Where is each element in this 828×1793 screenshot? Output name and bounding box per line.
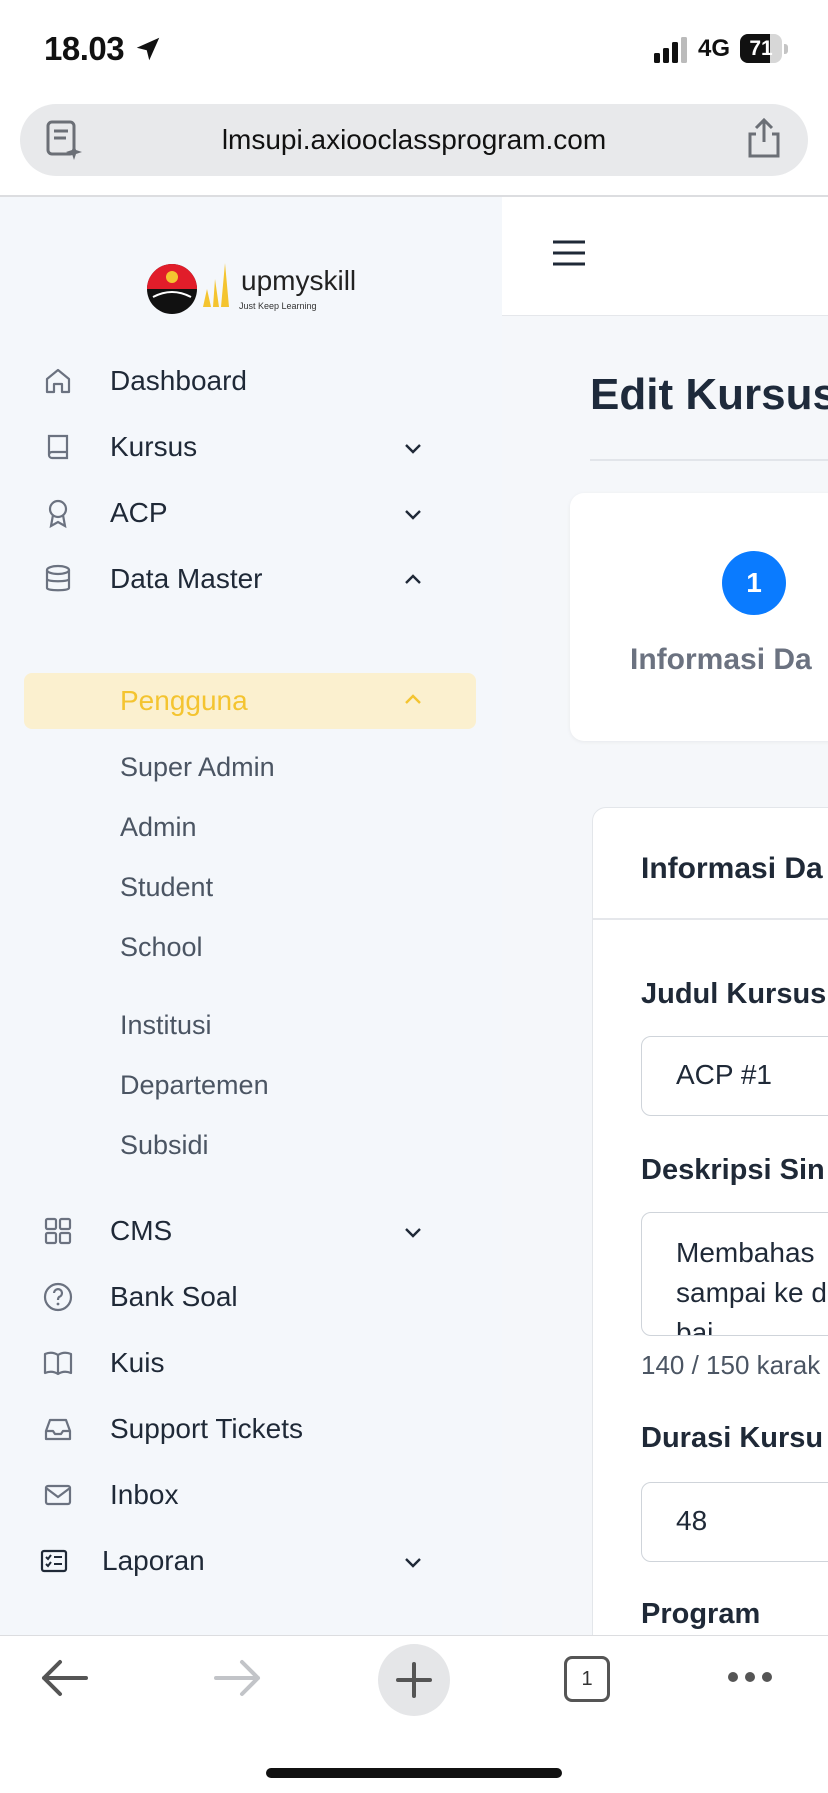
battery-icon: 71 xyxy=(740,34,788,63)
sidebar-item-kursus[interactable]: Kursus xyxy=(0,417,502,477)
program-label: Program xyxy=(641,1598,761,1630)
sidebar-subitem-student[interactable]: Student xyxy=(120,872,213,903)
logo-text: upmyskill xyxy=(241,265,357,296)
address-bar[interactable]: lmsupi.axiooclassprogram.com xyxy=(20,104,808,176)
tabs-button[interactable]: 1 xyxy=(564,1656,610,1702)
sidebar-item-label: ACP xyxy=(110,497,168,528)
judul-kursus-input[interactable]: ACP #1 xyxy=(641,1036,828,1116)
url-text[interactable]: lmsupi.axiooclassprogram.com xyxy=(20,124,808,156)
sidebar-item-label: CMS xyxy=(110,1215,173,1246)
status-time: 18.03 xyxy=(44,30,125,67)
sidebar-item-label: Support Tickets xyxy=(110,1413,303,1444)
title-divider xyxy=(590,459,828,461)
deskripsi-label: Deskripsi Sin xyxy=(641,1154,825,1186)
sidebar-item-label: Data Master xyxy=(110,563,263,594)
sidebar-item-label: Laporan xyxy=(102,1545,205,1576)
sidebar-item-kuis[interactable]: Kuis xyxy=(0,1333,502,1393)
more-icon[interactable] xyxy=(726,1670,774,1684)
logo-emblem-icon xyxy=(147,263,229,314)
forward-arrow-icon[interactable] xyxy=(212,1658,264,1698)
new-tab-button[interactable] xyxy=(378,1644,450,1716)
book-icon xyxy=(47,434,69,460)
sidebar-item-label: Bank Soal xyxy=(110,1281,238,1312)
share-icon[interactable] xyxy=(744,116,784,160)
main-content: Edit Kursus 1 Informasi Da Informasi Da … xyxy=(502,197,828,1635)
question-circle-icon xyxy=(43,1282,73,1312)
page-title: Edit Kursus xyxy=(590,370,828,419)
award-icon xyxy=(48,499,68,529)
character-counter: 140 / 150 karak xyxy=(641,1350,821,1380)
sidebar-item-support-tickets[interactable]: Support Tickets xyxy=(0,1399,502,1459)
inbox-tray-icon xyxy=(44,1418,72,1441)
signal-icon xyxy=(654,37,687,63)
sidebar-item-acp[interactable]: ACP xyxy=(0,483,502,543)
location-arrow-icon xyxy=(136,37,160,61)
sidebar-subitem-super-admin[interactable]: Super Admin xyxy=(120,752,275,783)
deskripsi-value: Membahas sampai ke d baj xyxy=(676,1237,827,1336)
sidebar-item-cms[interactable]: CMS xyxy=(0,1201,502,1261)
sidebar-item-label: Dashboard xyxy=(110,365,247,396)
sidebar-item-label: Kursus xyxy=(110,431,198,462)
step-number[interactable]: 1 xyxy=(722,551,786,615)
chevron-down-icon xyxy=(405,1228,421,1238)
judul-kursus-value: ACP #1 xyxy=(676,1059,772,1090)
logo[interactable]: upmyskill Just Keep Learning xyxy=(145,259,360,317)
sidebar-item-data-master[interactable]: Data Master xyxy=(0,549,502,609)
judul-kursus-label: Judul Kursus xyxy=(641,978,827,1010)
sidebar-item-bank-soal[interactable]: Bank Soal xyxy=(0,1267,502,1327)
grid-icon xyxy=(44,1217,72,1245)
sidebar-item-inbox[interactable]: Inbox xyxy=(0,1465,502,1525)
sidebar-item-pengguna[interactable]: Pengguna xyxy=(24,673,476,729)
home-icon xyxy=(45,368,71,394)
chevron-down-icon xyxy=(405,444,421,454)
chevron-up-icon xyxy=(405,694,421,704)
durasi-kursus-value: 48 xyxy=(676,1505,708,1536)
sidebar-item-label: Inbox xyxy=(110,1479,179,1510)
chevron-down-icon xyxy=(405,510,421,520)
home-indicator xyxy=(266,1768,562,1778)
sidebar-subitem-institusi[interactable]: Institusi xyxy=(120,1010,212,1041)
browser-toolbar: 1 xyxy=(0,1635,828,1793)
form-heading: Informasi Da xyxy=(641,852,823,885)
status-bar: 18.03 4G 71 xyxy=(0,0,828,100)
sidebar-subitem-departemen[interactable]: Departemen xyxy=(120,1070,269,1101)
durasi-kursus-label: Durasi Kursu xyxy=(641,1422,824,1454)
step-label: Informasi Da xyxy=(630,643,812,676)
sidebar-item-dashboard[interactable]: Dashboard xyxy=(0,351,502,411)
sidebar-item-label: Kuis xyxy=(110,1347,165,1378)
logo-tagline: Just Keep Learning xyxy=(239,301,317,311)
sidebar: upmyskill Just Keep Learning Dashboard K… xyxy=(0,197,503,1635)
top-bar xyxy=(502,197,828,316)
chevron-up-icon xyxy=(405,574,421,584)
back-arrow-icon[interactable] xyxy=(38,1658,90,1698)
deskripsi-textarea[interactable]: Membahas sampai ke d baj xyxy=(641,1212,828,1336)
database-icon xyxy=(45,564,71,592)
form-divider xyxy=(593,918,828,920)
battery-level: 71 xyxy=(749,37,773,60)
durasi-kursus-input[interactable]: 48 xyxy=(641,1482,828,1562)
sidebar-item-label: Pengguna xyxy=(120,685,248,716)
form-card: Informasi Da Judul Kursus ACP #1 Deskrip… xyxy=(592,807,828,1635)
report-list-icon xyxy=(40,1549,68,1573)
sidebar-subitem-admin[interactable]: Admin xyxy=(120,812,197,843)
open-book-icon xyxy=(43,1351,73,1376)
network-type: 4G xyxy=(698,35,731,62)
sidebar-subitem-school[interactable]: School xyxy=(120,932,203,963)
sidebar-item-laporan[interactable]: Laporan xyxy=(0,1531,502,1591)
mail-icon xyxy=(44,1484,72,1506)
chevron-down-icon xyxy=(405,1558,421,1568)
sidebar-subitem-subsidi[interactable]: Subsidi xyxy=(120,1130,209,1161)
hamburger-menu-icon[interactable] xyxy=(552,239,586,267)
plus-icon xyxy=(396,1662,432,1698)
stepper-card: 1 Informasi Da xyxy=(570,493,828,741)
